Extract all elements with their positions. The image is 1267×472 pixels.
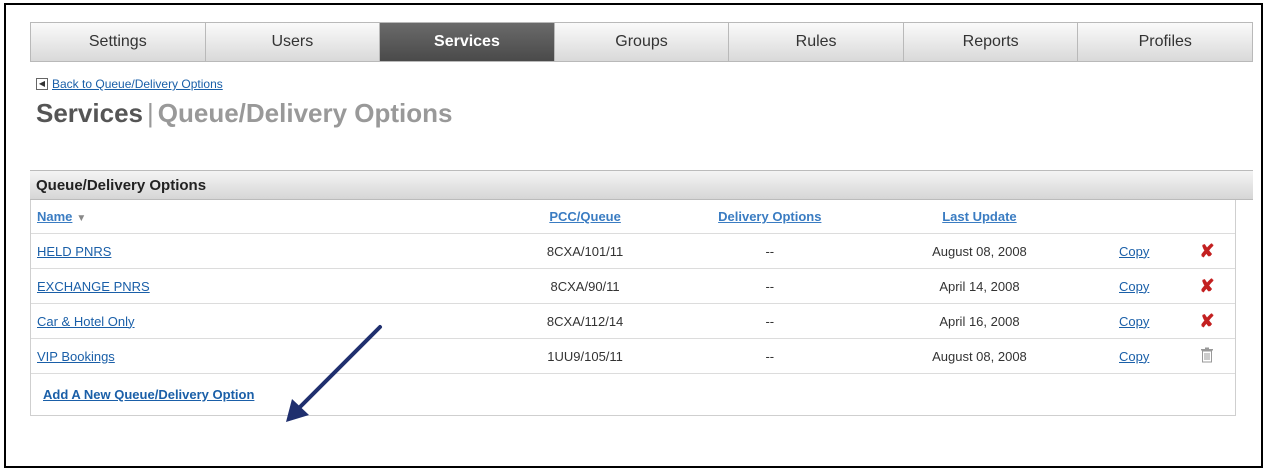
sort-by-pcc-link[interactable]: PCC/Queue [549, 209, 621, 224]
queue-delivery-panel: Queue/Delivery Options Name ▼ PCC/Queue D… [30, 170, 1253, 448]
column-updated: Last Update [870, 209, 1090, 224]
sort-by-updated-link[interactable]: Last Update [942, 209, 1016, 224]
sort-down-icon[interactable]: ▼ [76, 213, 86, 224]
sort-by-delivery-link[interactable]: Delivery Options [718, 209, 821, 224]
row-pcc: 1UU9/105/11 [547, 348, 623, 364]
table-row: Car & Hotel Only 8CXA/112/14 -- April 16… [31, 303, 1235, 338]
panel-header: Queue/Delivery Options [30, 170, 1253, 200]
back-link-row: ◀ Back to Queue/Delivery Options [36, 77, 223, 91]
tab-groups[interactable]: Groups [555, 23, 730, 61]
row-updated: April 14, 2008 [939, 278, 1020, 294]
back-arrow-icon[interactable]: ◀ [36, 78, 48, 90]
table-row: VIP Bookings 1UU9/105/11 -- August 08, 2… [31, 338, 1235, 373]
copy-link[interactable]: Copy [1119, 314, 1149, 329]
tab-reports[interactable]: Reports [904, 23, 1079, 61]
copy-link[interactable]: Copy [1119, 349, 1149, 364]
row-updated: August 08, 2008 [932, 348, 1027, 364]
page-title: Services | Queue/Delivery Options [36, 98, 453, 129]
main-tabs: Settings Users Services Groups Rules Rep… [30, 22, 1253, 62]
back-link[interactable]: Back to Queue/Delivery Options [52, 77, 223, 91]
row-delivery: -- [765, 348, 775, 364]
row-pcc: 8CXA/112/14 [546, 313, 624, 329]
row-name-link[interactable]: EXCHANGE PNRS [37, 279, 150, 294]
row-pcc: 8CXA/90/11 [550, 278, 620, 294]
tab-services[interactable]: Services [380, 23, 555, 61]
page-title-separator: | [146, 98, 154, 128]
tab-settings[interactable]: Settings [31, 23, 206, 61]
row-name-link[interactable]: VIP Bookings [37, 349, 115, 364]
queue-table: Name ▼ PCC/Queue Delivery Options Last Up… [30, 200, 1236, 416]
row-delivery: -- [765, 313, 775, 329]
sort-by-name-link[interactable]: Name [37, 209, 72, 224]
tab-users[interactable]: Users [206, 23, 381, 61]
row-updated: April 16, 2008 [939, 313, 1020, 329]
column-delivery: Delivery Options [670, 209, 870, 224]
delete-x-icon[interactable]: ✘ [1200, 241, 1215, 261]
row-updated: August 08, 2008 [932, 243, 1027, 259]
column-pcc: PCC/Queue [500, 209, 670, 224]
delete-x-icon[interactable]: ✘ [1200, 276, 1215, 296]
table-row: EXCHANGE PNRS 8CXA/90/11 -- April 14, 20… [31, 268, 1235, 303]
add-option-row: Add A New Queue/Delivery Option [31, 373, 1235, 415]
row-delivery: -- [765, 278, 775, 294]
add-new-option-link[interactable]: Add A New Queue/Delivery Option [43, 387, 254, 402]
page-title-main: Services [36, 98, 143, 128]
row-name-link[interactable]: HELD PNRS [37, 244, 111, 259]
row-pcc: 8CXA/101/11 [546, 243, 624, 259]
copy-link[interactable]: Copy [1119, 244, 1149, 259]
table-row: HELD PNRS 8CXA/101/11 -- August 08, 2008… [31, 233, 1235, 268]
row-delivery: -- [765, 243, 775, 259]
table-header-row: Name ▼ PCC/Queue Delivery Options Last Up… [31, 200, 1235, 233]
delete-x-icon[interactable]: ✘ [1200, 311, 1215, 331]
trash-icon[interactable] [1200, 347, 1214, 363]
page-title-sub: Queue/Delivery Options [157, 98, 453, 128]
tab-profiles[interactable]: Profiles [1078, 23, 1252, 61]
column-name: Name ▼ [31, 209, 500, 224]
copy-link[interactable]: Copy [1119, 279, 1149, 294]
row-name-link[interactable]: Car & Hotel Only [37, 314, 135, 329]
tab-rules[interactable]: Rules [729, 23, 904, 61]
